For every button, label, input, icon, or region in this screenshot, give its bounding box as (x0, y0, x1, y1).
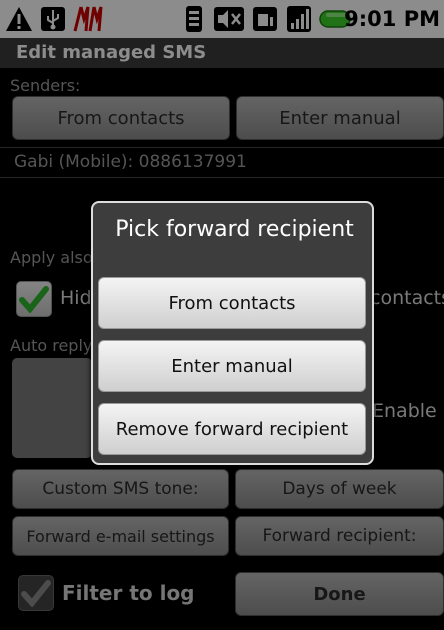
dialog-title: Pick forward recipient (115, 217, 354, 242)
pick-recipient-dialog: Pick forward recipient From contacts Ent… (91, 201, 374, 465)
dialog-enter-manual-button[interactable]: Enter manual (98, 340, 366, 392)
dialog-remove-recipient-button[interactable]: Remove forward recipient (98, 403, 366, 455)
dialog-from-contacts-button[interactable]: From contacts (98, 277, 366, 329)
